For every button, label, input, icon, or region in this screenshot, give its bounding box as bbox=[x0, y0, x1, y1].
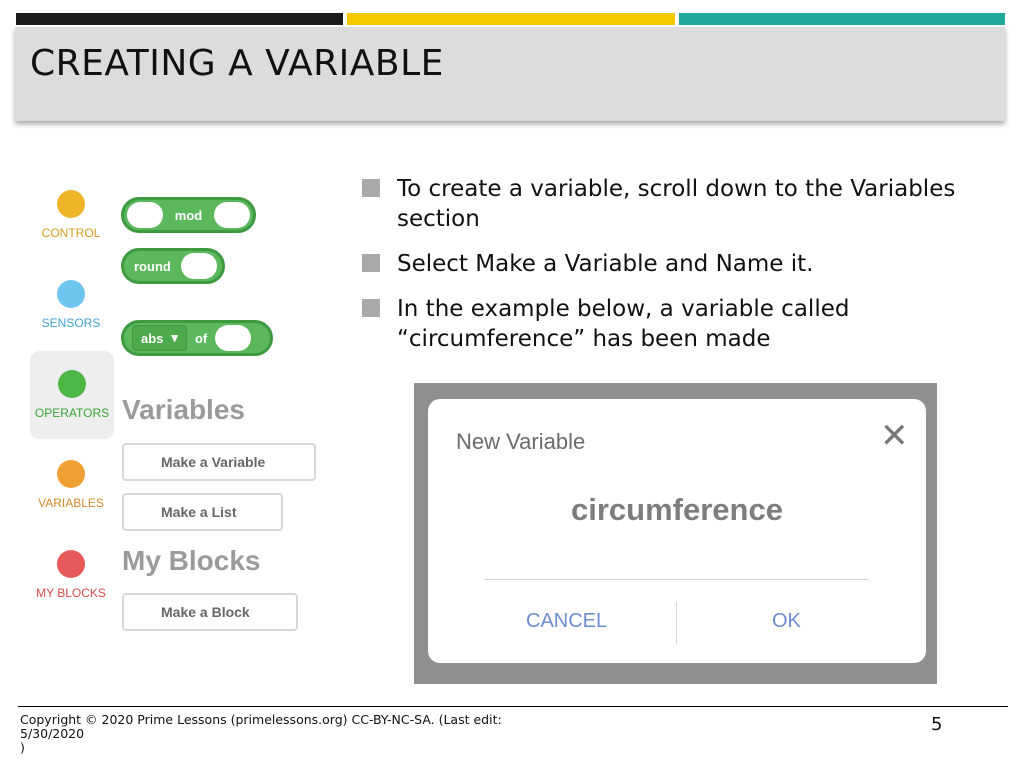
bullet-list: To create a variable, scroll down to the… bbox=[362, 174, 1002, 369]
bullet-square-icon bbox=[362, 299, 380, 317]
operators-dot-icon bbox=[58, 370, 86, 398]
ok-button[interactable]: OK bbox=[772, 610, 801, 633]
category-label: OPERATORS bbox=[34, 406, 110, 420]
bullet-square-icon bbox=[362, 179, 380, 197]
category-label: SENSORS bbox=[41, 316, 101, 330]
block-text: of bbox=[194, 330, 208, 346]
bullet-item: Select Make a Variable and Name it. bbox=[362, 249, 1002, 279]
abs-dropdown[interactable]: abs ▾ bbox=[132, 325, 187, 351]
category-label: CONTROL bbox=[41, 226, 101, 240]
mod-block[interactable]: mod bbox=[121, 197, 256, 233]
variable-name-input[interactable]: circumference bbox=[428, 492, 926, 528]
page-number: 5 bbox=[931, 714, 943, 735]
block-text: round bbox=[134, 258, 171, 274]
category-my-blocks[interactable]: MY BLOCKS bbox=[27, 550, 115, 614]
new-variable-dialog: New Variable ✕ circumference CANCEL OK bbox=[428, 399, 926, 663]
input-slot[interactable] bbox=[215, 325, 252, 351]
input-slot[interactable] bbox=[180, 253, 217, 279]
control-dot-icon bbox=[57, 190, 85, 218]
accent-bar-teal bbox=[679, 13, 1005, 25]
copyright-text: Copyright © 2020 Prime Lessons (primeles… bbox=[20, 712, 502, 755]
category-operators[interactable]: OPERATORS bbox=[30, 351, 114, 439]
title-box: CREATING A VARIABLE bbox=[15, 27, 1005, 121]
input-underline bbox=[485, 579, 869, 580]
accent-bar-yellow bbox=[347, 13, 675, 25]
round-block[interactable]: round bbox=[121, 248, 225, 284]
bullet-text: In the example below, a variable called … bbox=[397, 296, 850, 352]
dialog-title: New Variable bbox=[456, 429, 586, 454]
my-blocks-heading: My Blocks bbox=[122, 545, 261, 576]
category-variables[interactable]: VARIABLES bbox=[27, 460, 115, 524]
my-blocks-dot-icon bbox=[57, 550, 85, 578]
make-list-button[interactable]: Make a List bbox=[122, 493, 283, 531]
category-label: MY BLOCKS bbox=[36, 586, 106, 600]
close-icon[interactable]: ✕ bbox=[880, 419, 909, 453]
button-divider bbox=[676, 602, 677, 644]
abs-of-block[interactable]: abs ▾ of bbox=[121, 320, 273, 356]
block-text: mod bbox=[174, 207, 203, 223]
bullet-text: Select Make a Variable and Name it. bbox=[397, 251, 814, 277]
dropdown-value: abs bbox=[141, 330, 164, 346]
block-palette: CONTROL SENSORS OPERATORS VARIABLES MY B… bbox=[27, 180, 327, 650]
bullet-square-icon bbox=[362, 254, 380, 272]
input-slot[interactable] bbox=[127, 202, 163, 228]
input-slot[interactable] bbox=[214, 202, 250, 228]
footer-rule bbox=[18, 706, 1008, 707]
bullet-text: To create a variable, scroll down to the… bbox=[397, 176, 956, 232]
category-control[interactable]: CONTROL bbox=[27, 190, 115, 254]
accent-bar-black bbox=[16, 13, 343, 25]
category-label: VARIABLES bbox=[38, 496, 104, 510]
make-variable-button[interactable]: Make a Variable bbox=[122, 443, 316, 481]
make-block-button[interactable]: Make a Block bbox=[122, 593, 298, 631]
dialog-screenshot: New Variable ✕ circumference CANCEL OK bbox=[414, 383, 937, 684]
cancel-button[interactable]: CANCEL bbox=[526, 610, 607, 633]
category-sensors[interactable]: SENSORS bbox=[27, 280, 115, 344]
sensors-dot-icon bbox=[57, 280, 85, 308]
variables-heading: Variables bbox=[122, 394, 245, 425]
slide-title: CREATING A VARIABLE bbox=[30, 43, 444, 84]
bullet-item: To create a variable, scroll down to the… bbox=[362, 174, 1002, 234]
chevron-down-icon: ▾ bbox=[171, 330, 178, 345]
bullet-item: In the example below, a variable called … bbox=[362, 294, 1002, 354]
variables-dot-icon bbox=[57, 460, 85, 488]
